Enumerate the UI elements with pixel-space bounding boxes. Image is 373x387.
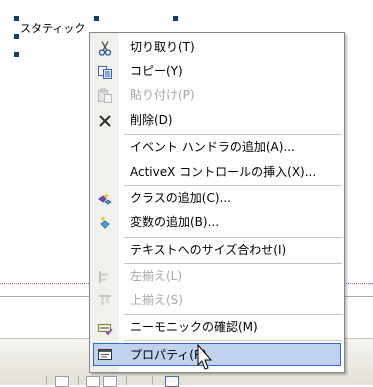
- copy-icon: [98, 66, 112, 79]
- menu-item-insert-activex[interactable]: ActiveX コントロールの挿入(X)...: [93, 161, 341, 184]
- scissors-icon: [98, 41, 112, 56]
- menu-item-label: コピー(Y): [130, 64, 183, 78]
- menu-item-label: 左揃え(L): [130, 269, 183, 283]
- menu-separator: [124, 263, 342, 264]
- static-text-control[interactable]: スタティック: [20, 20, 85, 36]
- menu-item-add-variable[interactable]: 変数の追加(B)...: [93, 211, 341, 234]
- toolbar-window-icon[interactable]: [165, 376, 179, 387]
- menu-item-add-event-handler[interactable]: イベント ハンドラの追加(A)...: [93, 136, 341, 159]
- resize-handle-top-middle[interactable]: [94, 16, 99, 21]
- add-class-icon: [98, 193, 112, 205]
- menu-item-label: 貼り付け(P): [130, 88, 195, 102]
- paste-icon: [98, 88, 112, 103]
- toolbar-doc-icon[interactable]: [86, 376, 100, 387]
- menu-separator: [124, 314, 342, 315]
- resize-handle-bottom-left[interactable]: [14, 52, 19, 57]
- menu-item-label: ニーモニックの確認(M): [130, 320, 258, 334]
- menu-item-align-top[interactable]: 上揃え(S): [93, 289, 341, 312]
- mouse-pointer-icon: [197, 343, 213, 370]
- menu-separator: [124, 185, 342, 186]
- add-variable-icon: [100, 216, 110, 229]
- menu-item-align-left[interactable]: 左揃え(L): [93, 265, 341, 288]
- resize-handle-top-left[interactable]: [14, 16, 19, 21]
- menu-item-size-to-text[interactable]: テキストへのサイズ合わせ(I): [93, 239, 341, 262]
- menu-item-label: ActiveX コントロールの挿入(X)...: [130, 165, 317, 179]
- menu-separator: [124, 237, 342, 238]
- align-top-icon: [99, 295, 111, 305]
- menu-item-add-class[interactable]: クラスの追加(C)...: [93, 187, 341, 210]
- menu-item-label: 変数の追加(B)...: [130, 215, 220, 229]
- align-left-icon: [99, 271, 108, 283]
- menu-item-label: イベント ハンドラの追加(A)...: [130, 140, 295, 154]
- delete-x-icon: [99, 115, 111, 127]
- menu-item-delete[interactable]: 削除(D): [93, 109, 341, 132]
- check-mnemonics-icon: [98, 324, 113, 336]
- menu-item-label: テキストへのサイズ合わせ(I): [130, 243, 287, 257]
- menu-item-label: 削除(D): [130, 113, 173, 127]
- menu-separator: [124, 340, 342, 341]
- menu-item-check-mnemonics[interactable]: ニーモニックの確認(M): [93, 316, 341, 339]
- menu-item-label: 切り取り(T): [130, 40, 195, 54]
- menu-item-paste[interactable]: 貼り付け(P): [93, 84, 341, 107]
- toolbar-doc-icon[interactable]: [103, 376, 117, 387]
- properties-icon: [98, 349, 112, 360]
- menu-item-label: クラスの追加(C)...: [130, 191, 231, 205]
- resize-handle-top-right[interactable]: [173, 16, 178, 21]
- menu-item-cut[interactable]: 切り取り(T): [93, 36, 341, 59]
- menu-separator: [124, 134, 342, 135]
- resize-handle-middle-left[interactable]: [14, 34, 19, 39]
- context-menu: 切り取り(T) コピー(Y) 貼り付け(P) 削除(D) イベント ハンドラの追: [89, 32, 345, 373]
- menu-item-properties[interactable]: プロパティ(R): [93, 343, 341, 366]
- toolbar-doc-icon[interactable]: [55, 376, 69, 387]
- menu-item-copy[interactable]: コピー(Y): [93, 60, 341, 83]
- menu-item-label: 上揃え(S): [130, 293, 183, 307]
